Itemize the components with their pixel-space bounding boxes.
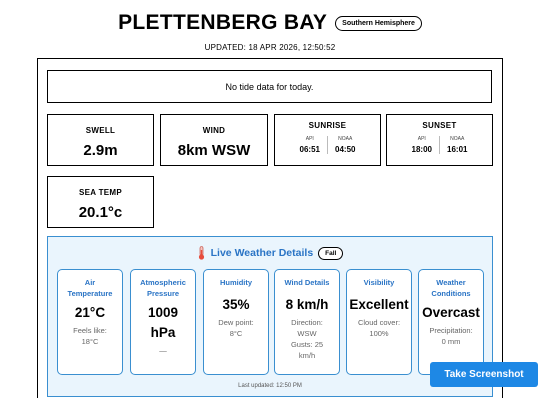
tide-message: No tide data for today. [225,81,314,92]
sunrise-times: API 06:51 NOAA 04:50 [275,136,380,154]
updated-timestamp: UPDATED: 18 APR 2026, 12:50:52 [204,43,336,52]
card-sub-line2: 8°C [229,329,243,338]
tide-info-box: No tide data for today. [47,70,492,103]
card-sub-line2: 18°C [81,337,99,346]
sunset-times: API 18:00 NOAA 16:01 [387,136,492,154]
sunset-api-label: API [417,136,426,142]
card-sub-line2: 0 mm [441,337,461,346]
sunrise-label: SUNRISE [308,121,347,130]
title-row: PLETTENBERG BAY Southern Hemisphere [0,8,540,38]
swell-value: 2.9m [83,142,118,159]
wind-value: 8km WSW [177,142,251,159]
conditions-card: Weather Conditions Overcast Precipitatio… [418,269,484,375]
page-header: PLETTENBERG BAY Southern Hemisphere UPDA… [0,8,540,52]
sunrise-api-time: 06:51 [299,145,320,154]
card-sub-line2: WSW [297,329,317,338]
sunset-label: SUNSET [422,121,457,130]
card-label-line2: Conditions [431,289,471,298]
sunrise-api-col: API 06:51 [293,136,327,154]
take-screenshot-button[interactable]: Take Screenshot [430,362,538,387]
card-sub: Feels like: [73,326,107,335]
card-label-line2: Temperature [67,289,113,298]
card-label: Visibility [363,278,395,287]
sunrise-noaa-time: 04:50 [335,145,356,154]
card-label-line2: Pressure [146,289,180,298]
air-temperature-card: Air Temperature 21°C Feels like: 18°C [57,269,123,375]
card-value: Overcast [422,305,480,320]
card-sub: Dew point: [218,318,254,327]
wind-details-card: Wind Details 8 km/h Direction: WSW Gusts… [274,269,340,375]
card-sub: — [159,346,167,355]
live-weather-panel: Live Weather Details Fall Air Temperatur… [47,236,493,397]
humidity-card: Humidity 35% Dew point: 8°C [203,269,269,375]
sunrise-api-label: API [305,136,314,142]
sunset-noaa-time: 16:01 [447,145,468,154]
wind-card: WIND 8km WSW [160,114,268,166]
sea-temp-label: SEA TEMP [79,188,122,197]
sunset-noaa-label: NOAA [450,136,465,142]
hemisphere-badge: Southern Hemisphere [335,15,422,31]
live-weather-title: Live Weather Details [210,247,314,259]
sunrise-noaa-label: NOAA [338,136,353,142]
live-weather-header: Live Weather Details Fall [48,246,492,260]
card-value: 1009 [147,305,179,320]
card-value: 8 km/h [285,297,329,312]
swell-label: SWELL [85,126,116,135]
last-updated-text: Last updated: 12:50 PM [238,383,302,389]
card-value: 21°C [74,305,106,320]
card-value: 35% [222,297,250,312]
sunset-card: SUNSET API 18:00 NOAA 16:01 [386,114,493,166]
sea-temp-value: 20.1°c [78,204,123,221]
sunrise-noaa-col: NOAA 04:50 [327,136,362,154]
sea-temp-card: SEA TEMP 20.1°c [47,176,154,228]
visibility-card: Visibility Excellent Cloud cover: 100% [346,269,412,375]
card-label: Weather [436,278,466,287]
sunset-api-time: 18:00 [411,145,432,154]
sunset-api-col: API 18:00 [405,136,439,154]
card-sub: Precipitation: [429,326,473,335]
card-sub-line2: 100% [369,329,389,338]
wind-label: WIND [202,126,226,135]
card-value: Excellent [349,297,409,312]
page-title: PLETTENBERG BAY [118,11,328,34]
card-label: Humidity [219,278,253,287]
sunset-noaa-col: NOAA 16:01 [439,136,474,154]
card-label: Atmospheric [140,278,186,287]
pressure-card: Atmospheric Pressure 1009 hPa — [130,269,196,375]
card-sub: Direction: [291,318,323,327]
card-label: Wind Details [284,278,330,287]
season-badge: Fall [318,246,344,260]
card-value-line2: hPa [150,325,176,340]
card-sub-line4: km/h [298,351,316,360]
card-label: Air [84,278,96,287]
swell-card: SWELL 2.9m [47,114,154,166]
card-sub: Cloud cover: [357,318,401,327]
thermometer-icon [197,246,206,260]
card-sub-line3: Gusts: 25 [290,340,324,349]
sunrise-card: SUNRISE API 06:51 NOAA 04:50 [274,114,381,166]
